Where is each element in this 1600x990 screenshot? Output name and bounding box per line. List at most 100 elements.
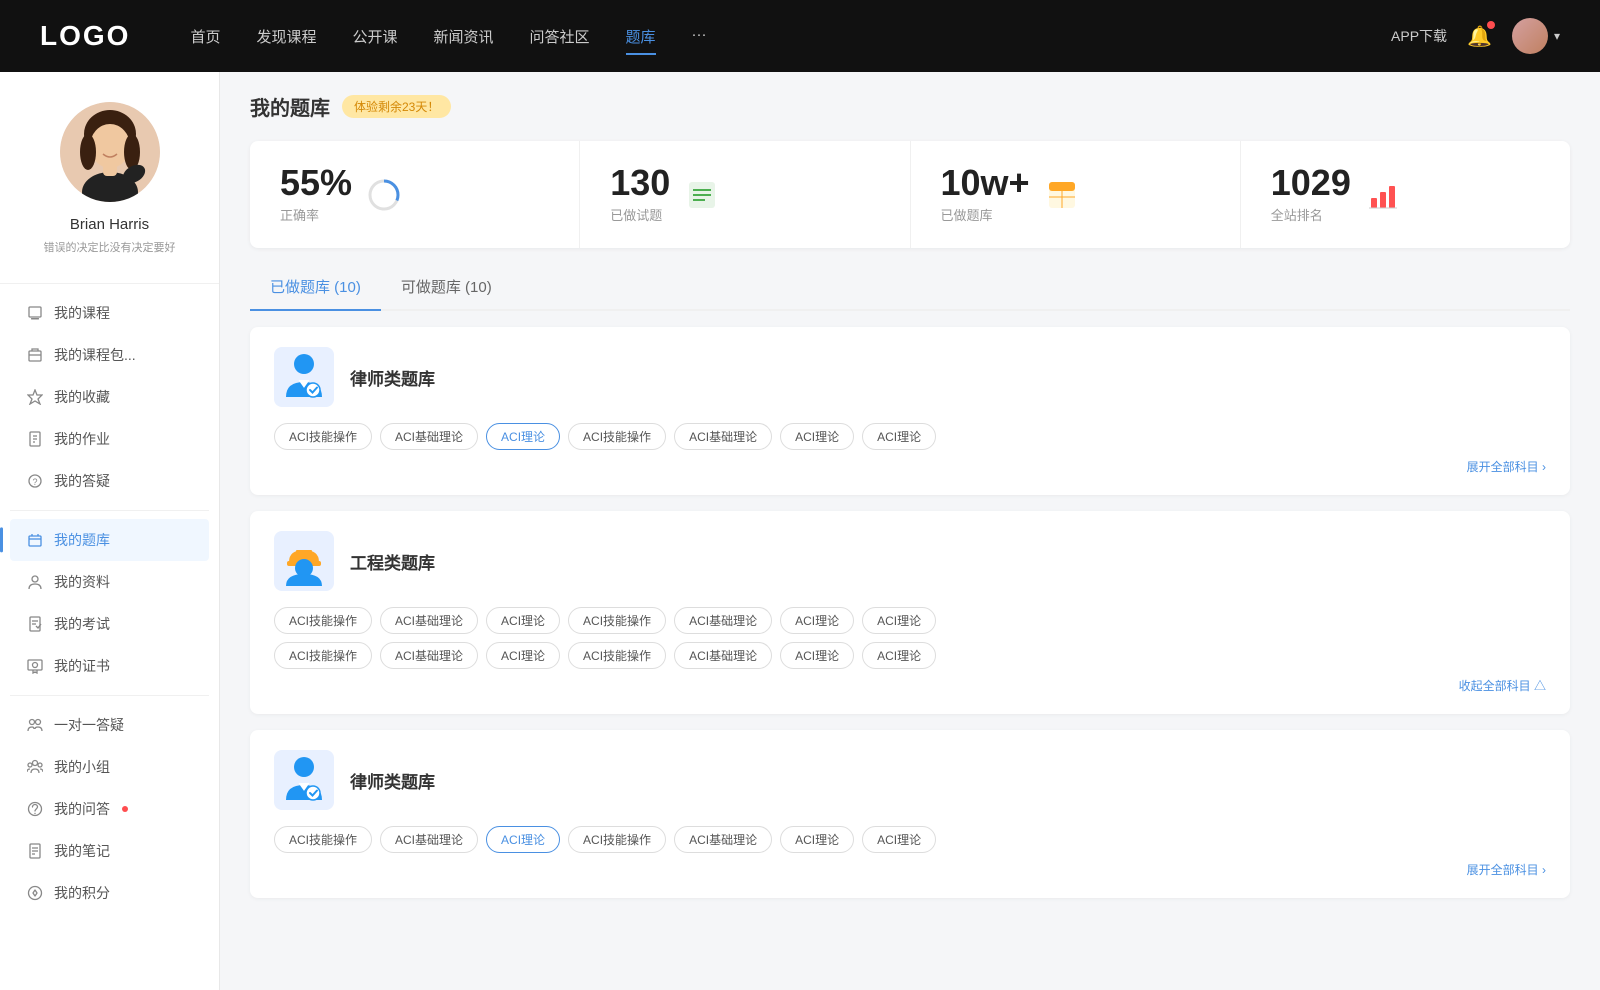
sidebar-item-qa[interactable]: ? 我的答疑: [10, 460, 209, 502]
stat-rank: 1029 全站排名: [1241, 141, 1570, 248]
svg-text:?: ?: [33, 477, 38, 487]
page-wrapper: Brian Harris 错误的决定比没有决定要好 我的课程 我的课程包...: [0, 0, 1600, 990]
collapse-link-2[interactable]: 收起全部科目 △: [274, 677, 1546, 694]
avatar: [1512, 18, 1548, 54]
qbank-card-1: 律师类题库 ACI技能操作 ACI基础理论 ACI理论 ACI技能操作 ACI基…: [250, 327, 1570, 495]
nav-open[interactable]: 公开课: [352, 22, 397, 51]
tag-2-2[interactable]: ACI理论: [486, 607, 560, 634]
tag-3-6[interactable]: ACI理论: [862, 826, 936, 853]
tab-done[interactable]: 已做题库 (10): [250, 268, 381, 309]
trial-badge: 体验剩余23天！: [342, 95, 451, 118]
nav-more[interactable]: ···: [692, 22, 707, 51]
tag-3-0[interactable]: ACI技能操作: [274, 826, 372, 853]
qbank-icon-lawyer-3: [274, 750, 334, 810]
qbank-title-3: 律师类题库: [350, 768, 435, 793]
app-download-button[interactable]: APP下载: [1391, 26, 1447, 46]
stat-banks: 10w+ 已做题库: [911, 141, 1241, 248]
tag-1-1[interactable]: ACI基础理论: [380, 423, 478, 450]
star-icon: [26, 388, 44, 406]
tabs-row: 已做题库 (10) 可做题库 (10): [250, 268, 1570, 311]
avatar-image-svg: [60, 102, 160, 202]
cert-icon: [26, 657, 44, 675]
one2one-icon: [26, 716, 44, 734]
tag-3-5[interactable]: ACI理论: [780, 826, 854, 853]
tag-2-0[interactable]: ACI技能操作: [274, 607, 372, 634]
sidebar-item-myqa[interactable]: 我的问答: [10, 788, 209, 830]
qbank-tags-1: ACI技能操作 ACI基础理论 ACI理论 ACI技能操作 ACI基础理论 AC…: [274, 423, 1546, 450]
tag-2-3[interactable]: ACI技能操作: [568, 607, 666, 634]
tab-available[interactable]: 可做题库 (10): [381, 268, 512, 309]
stat-rank-label: 全站排名: [1271, 205, 1351, 224]
profile-motto: 错误的决定比没有决定要好: [44, 239, 176, 255]
tag-3-1[interactable]: ACI基础理论: [380, 826, 478, 853]
sidebar-item-notes[interactable]: 我的笔记: [10, 830, 209, 872]
nav-discover[interactable]: 发现课程: [256, 22, 316, 51]
nav-qa[interactable]: 问答社区: [530, 22, 590, 51]
tag-1-5[interactable]: ACI理论: [780, 423, 854, 450]
tag-2-5[interactable]: ACI理论: [780, 607, 854, 634]
sidebar-divider-3: [10, 695, 209, 696]
nav-bank[interactable]: 题库: [626, 22, 656, 51]
qbank-tags-2-row1: ACI技能操作 ACI基础理论 ACI理论 ACI技能操作 ACI基础理论 AC…: [274, 607, 1546, 634]
expand-link-3[interactable]: 展开全部科目 ›: [274, 861, 1546, 878]
user-avatar-button[interactable]: ▾: [1512, 18, 1560, 54]
tag-2-r2-1[interactable]: ACI基础理论: [380, 642, 478, 669]
sidebar-item-one2one[interactable]: 一对一答疑: [10, 704, 209, 746]
tag-2-r2-6[interactable]: ACI理论: [862, 642, 936, 669]
tag-2-1[interactable]: ACI基础理论: [380, 607, 478, 634]
group-label: 我的小组: [54, 757, 110, 777]
nav-home[interactable]: 首页: [190, 22, 220, 51]
stats-row: 55% 正确率 130 已做试题: [250, 141, 1570, 248]
tag-2-r2-3[interactable]: ACI技能操作: [568, 642, 666, 669]
bank-icon: [26, 531, 44, 549]
sidebar-item-cert[interactable]: 我的证书: [10, 645, 209, 687]
sidebar-item-exam[interactable]: 我的考试: [10, 603, 209, 645]
stat-accuracy-number: 55%: [280, 165, 352, 201]
stat-questions-number: 130: [610, 165, 670, 201]
stat-questions: 130 已做试题: [580, 141, 910, 248]
tag-3-4[interactable]: ACI基础理论: [674, 826, 772, 853]
qbank-icon-lawyer-1: [274, 347, 334, 407]
question-icon: [26, 800, 44, 818]
tag-3-3[interactable]: ACI技能操作: [568, 826, 666, 853]
group-icon: [26, 758, 44, 776]
note-icon: [26, 842, 44, 860]
sidebar-item-favorites[interactable]: 我的收藏: [10, 376, 209, 418]
package-icon: [26, 346, 44, 364]
qbank-icon-engineer: [274, 531, 334, 591]
tag-1-2[interactable]: ACI理论: [486, 423, 560, 450]
tag-1-0[interactable]: ACI技能操作: [274, 423, 372, 450]
tag-2-6[interactable]: ACI理论: [862, 607, 936, 634]
cert-label: 我的证书: [54, 656, 110, 676]
header: LOGO 首页 发现课程 公开课 新闻资讯 问答社区 题库 ··· APP下载 …: [0, 0, 1600, 72]
tag-1-6[interactable]: ACI理论: [862, 423, 936, 450]
sidebar-profile: Brian Harris 错误的决定比没有决定要好: [0, 72, 219, 275]
header-right: APP下载 🔔 ▾: [1391, 18, 1560, 54]
profile-name: Brian Harris: [70, 216, 149, 233]
nav-news[interactable]: 新闻资讯: [434, 22, 494, 51]
sidebar-item-points[interactable]: 我的积分: [10, 872, 209, 914]
pie-chart-icon: [366, 177, 402, 213]
tag-2-r2-0[interactable]: ACI技能操作: [274, 642, 372, 669]
sidebar-item-profile[interactable]: 我的资料: [10, 561, 209, 603]
sidebar-item-group[interactable]: 我的小组: [10, 746, 209, 788]
qbank-header-3: 律师类题库: [274, 750, 1546, 810]
expand-link-1[interactable]: 展开全部科目 ›: [274, 458, 1546, 475]
main-content: 我的题库 体验剩余23天！ 55% 正确率: [220, 72, 1600, 990]
tag-2-4[interactable]: ACI基础理论: [674, 607, 772, 634]
sidebar-item-course[interactable]: 我的课程: [10, 292, 209, 334]
stat-banks-label: 已做题库: [941, 205, 1030, 224]
tag-2-r2-5[interactable]: ACI理论: [780, 642, 854, 669]
tag-3-2[interactable]: ACI理论: [486, 826, 560, 853]
homework-label: 我的作业: [54, 429, 110, 449]
notification-bell-icon[interactable]: 🔔: [1467, 24, 1492, 49]
favorites-label: 我的收藏: [54, 387, 110, 407]
tag-1-3[interactable]: ACI技能操作: [568, 423, 666, 450]
sidebar-item-package[interactable]: 我的课程包...: [10, 334, 209, 376]
sidebar-item-bank[interactable]: 我的题库: [10, 519, 209, 561]
tag-2-r2-2[interactable]: ACI理论: [486, 642, 560, 669]
sidebar-item-homework[interactable]: 我的作业: [10, 418, 209, 460]
tag-2-r2-4[interactable]: ACI基础理论: [674, 642, 772, 669]
sidebar-menu: 我的课程 我的课程包... 我的收藏 我的作业: [0, 292, 219, 914]
tag-1-4[interactable]: ACI基础理论: [674, 423, 772, 450]
